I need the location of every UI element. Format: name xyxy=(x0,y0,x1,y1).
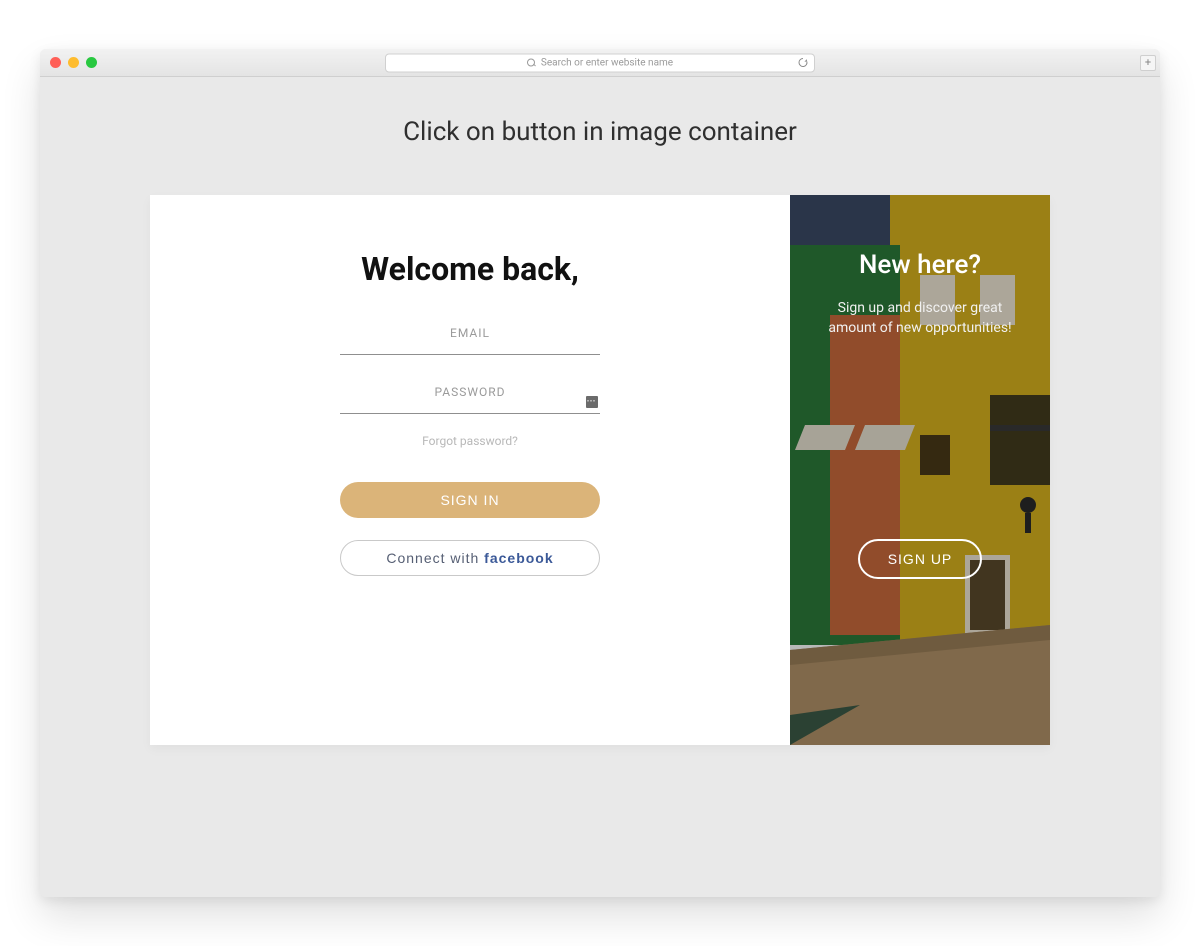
sign-up-button[interactable]: SIGN UP xyxy=(858,539,983,579)
connect-prefix: Connect with xyxy=(386,550,484,566)
maximize-window-icon[interactable] xyxy=(86,57,97,68)
new-tab-button[interactable]: + xyxy=(1140,55,1156,71)
welcome-title: Welcome back, xyxy=(210,250,730,288)
email-underline xyxy=(340,354,600,355)
forgot-password-link[interactable]: Forgot password? xyxy=(210,434,730,448)
login-form-panel: Welcome back, EMAIL PASSWORD Forgot pass… xyxy=(150,195,790,745)
password-reveal-icon[interactable] xyxy=(586,396,598,408)
reload-icon[interactable] xyxy=(798,58,808,68)
password-underline xyxy=(340,413,600,414)
address-bar[interactable]: Search or enter website name xyxy=(385,53,815,72)
address-bar-wrap: Search or enter website name xyxy=(385,53,815,72)
page-viewport: Click on button in image container Welco… xyxy=(40,77,1160,897)
address-placeholder: Search or enter website name xyxy=(541,57,673,68)
promo-title: New here? xyxy=(812,250,1028,280)
email-field[interactable]: EMAIL xyxy=(340,326,600,355)
browser-window: Search or enter website name + Click on … xyxy=(40,49,1160,897)
minimize-window-icon[interactable] xyxy=(68,57,79,68)
email-label: EMAIL xyxy=(340,326,600,340)
page-heading: Click on button in image container xyxy=(40,77,1160,195)
promo-subtitle: Sign up and discover great amount of new… xyxy=(812,298,1028,339)
close-window-icon[interactable] xyxy=(50,57,61,68)
connect-facebook-button[interactable]: Connect with facebook xyxy=(340,540,600,576)
signup-promo-panel: New here? Sign up and discover great amo… xyxy=(790,195,1050,745)
browser-titlebar: Search or enter website name + xyxy=(40,49,1160,77)
password-field[interactable]: PASSWORD xyxy=(340,385,600,414)
sign-in-button[interactable]: SIGN IN xyxy=(340,482,600,518)
login-card: Welcome back, EMAIL PASSWORD Forgot pass… xyxy=(150,195,1050,745)
search-icon xyxy=(527,58,536,67)
connect-brand: facebook xyxy=(484,550,553,566)
password-label: PASSWORD xyxy=(340,385,600,399)
window-controls xyxy=(50,57,97,68)
